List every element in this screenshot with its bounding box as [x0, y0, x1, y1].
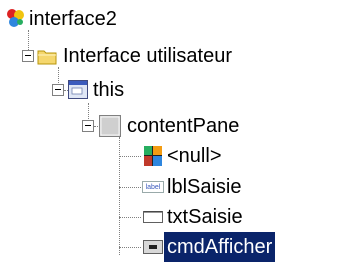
- tree-node-folder[interactable]: Interface utilisateur: [0, 41, 235, 71]
- tree-node-label: txtSaisie: [167, 206, 243, 228]
- folder-icon: [37, 50, 57, 65]
- tree-node-content-pane[interactable]: contentPane: [0, 111, 242, 141]
- project-icon: [7, 9, 24, 27]
- label-component-icon: label: [142, 181, 164, 193]
- panel-icon: [99, 115, 121, 137]
- tree-node-label: contentPane: [127, 115, 240, 137]
- tree-node-label: Interface utilisateur: [63, 45, 232, 67]
- textfield-icon: [143, 211, 163, 223]
- tree-node-label-selected: cmdAfficher: [164, 232, 276, 262]
- tree-node-lblsaisie[interactable]: label lblSaisie: [0, 172, 244, 202]
- tree-node-label: <null>: [167, 145, 222, 167]
- tree-node-label: lblSaisie: [167, 176, 242, 198]
- button-icon: [143, 240, 163, 254]
- tree-node-txtsaisie[interactable]: txtSaisie: [0, 202, 246, 232]
- tree-node-label: interface2: [29, 8, 117, 30]
- tree-node-cmdafficher[interactable]: cmdAfficher: [0, 232, 276, 262]
- component-tree: interface2 Interface utilisateur this co…: [0, 0, 339, 271]
- tree-node-root[interactable]: interface2: [0, 4, 120, 34]
- window-icon: [68, 80, 88, 99]
- tree-node-layout[interactable]: <null>: [0, 141, 225, 171]
- tree-node-frame[interactable]: this: [0, 75, 127, 105]
- layout-grid-icon: [144, 146, 162, 166]
- tree-node-label: this: [93, 79, 125, 101]
